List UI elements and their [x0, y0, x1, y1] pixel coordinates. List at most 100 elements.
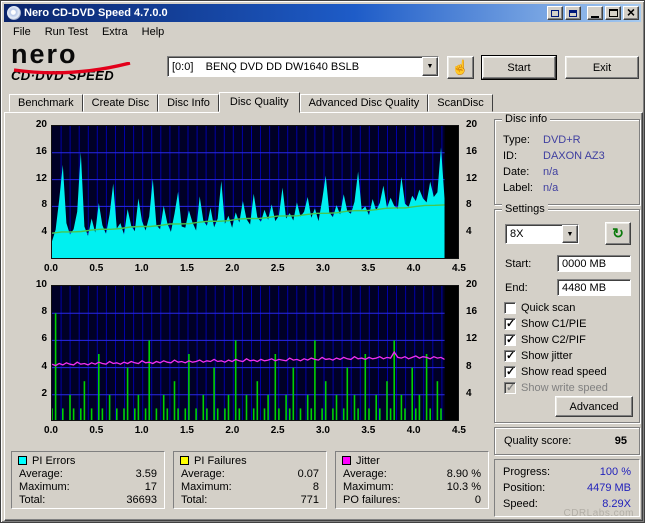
watermark: CDRLabs.com [563, 508, 634, 519]
stat-panel-title: Jitter [336, 452, 488, 468]
disc-info-row: ID: DAXON AZ3 [503, 148, 633, 164]
checkbox-label: Show C2/PIF [521, 334, 586, 346]
axis-tick-label: 4.0 [406, 263, 421, 274]
checkbox-box[interactable] [504, 349, 516, 362]
stat-label: Total: [181, 494, 208, 506]
stat-panel-title: PI Errors [12, 452, 164, 468]
axis-tick-label: 2.0 [225, 425, 240, 436]
nero-logo-swoosh-icon [13, 62, 131, 75]
checkbox-show-c2-pif[interactable]: Show C2/PIF [504, 332, 635, 348]
axis-tick-label: 1.5 [180, 425, 194, 436]
checkbox-show-c1-pie[interactable]: Show C1/PIE [504, 316, 635, 332]
refresh-button[interactable] [605, 222, 631, 245]
axis-tick-label: 1.5 [180, 263, 194, 274]
axis-tick-label: 16 [466, 306, 478, 318]
maximize-button[interactable] [605, 6, 621, 20]
menu-file[interactable]: File [6, 24, 38, 40]
quality-score-label: Quality score: [504, 435, 572, 447]
advanced-button[interactable]: Advanced [555, 396, 633, 417]
drive-select[interactable]: [0:0] BENQ DVD DD DW1640 BSLB [167, 56, 439, 77]
tab-disc-quality[interactable]: Disc Quality [218, 92, 300, 113]
stat-value: 0.07 [297, 468, 319, 480]
settings-title: Settings [502, 203, 548, 215]
checkbox-show-read-speed[interactable]: Show read speed [504, 364, 635, 380]
exit-button[interactable]: Exit [565, 56, 639, 79]
menu-run-test[interactable]: Run Test [38, 24, 95, 40]
disc-info-label: ID: [503, 150, 518, 162]
options-hand-button[interactable] [447, 56, 474, 79]
axis-tick-label: 20 [466, 279, 478, 290]
titlebar-extra-button-1[interactable] [547, 6, 563, 20]
menu-bar: File Run Test Extra Help [4, 22, 641, 41]
disc-info-label: Label: [503, 182, 533, 194]
disc-info-row: Date: n/a [503, 164, 633, 180]
axis-tick-label: 3.0 [316, 425, 330, 436]
titlebar-extra-button-2[interactable] [565, 6, 581, 20]
disc-info-rows: Type: DVD+R ID: DAXON AZ3 Date: n/a Label: n/a [503, 132, 633, 196]
axis-tick-label: 20 [466, 119, 478, 130]
checkbox-box[interactable] [504, 302, 516, 314]
close-button[interactable] [623, 6, 639, 20]
pi-failures-jitter-chart: 10 8 6 4 2 20 16 12 8 4 0.0 0.5 1.0 1.5 2.0 2.5 3.0 3.5 4.… [7, 279, 493, 437]
menu-extra[interactable]: Extra [95, 24, 135, 40]
start-position-input[interactable]: 0000 MB [557, 255, 631, 272]
stat-row: Total: 771 [174, 494, 326, 507]
stat-row: Maximum: 17 [12, 481, 164, 494]
axis-tick-label: 4.5 [452, 263, 466, 274]
disc-info-label: Date: [503, 166, 530, 178]
drive-select-value: [0:0] BENQ DVD DD DW1640 BSLB [172, 60, 360, 73]
checkbox-quick-scan[interactable]: Quick scan [504, 300, 635, 316]
chevron-down-icon[interactable] [562, 225, 578, 243]
checkbox-box[interactable] [504, 381, 516, 394]
stat-value: 17 [144, 481, 157, 493]
stat-row: Maximum: 10.3 % [336, 481, 488, 494]
tab-advanced-disc-quality[interactable]: Advanced Disc Quality [299, 94, 429, 112]
axis-tick-label: 8 [41, 199, 47, 211]
menu-help[interactable]: Help [135, 24, 172, 40]
axis-tick-label: 16 [35, 145, 47, 157]
checkbox-box[interactable] [504, 317, 516, 330]
stat-value: 8.90 % [446, 468, 481, 480]
nero-logo: nero CD·DVD SPEED [11, 41, 161, 83]
checkbox-show-jitter[interactable]: Show jitter [504, 348, 635, 364]
checkbox-show-write-speed[interactable]: Show write speed [504, 380, 635, 396]
axis-tick-label: 0.0 [44, 425, 58, 436]
tab-create-disc[interactable]: Create Disc [82, 94, 159, 112]
axis-tick-label: 4.5 [452, 425, 466, 436]
axis-tick-label: 0.0 [44, 263, 58, 274]
axis-tick-label: 2.5 [270, 425, 285, 436]
axis-tick-label: 3.0 [316, 263, 330, 274]
stat-label: Total: [19, 494, 46, 506]
minimize-button[interactable] [587, 6, 603, 20]
scan-speed-select[interactable]: 8X [505, 224, 579, 244]
checkbox-label: Show read speed [521, 366, 607, 378]
disc-info-value: DVD+R [543, 134, 581, 146]
tab-benchmark[interactable]: Benchmark [9, 94, 83, 112]
tab-disc-info[interactable]: Disc Info [158, 94, 219, 112]
end-position-input[interactable]: 4480 MB [557, 279, 631, 296]
window-roll-icon [551, 9, 559, 17]
stat-label: Maximum: [343, 481, 394, 493]
checkbox-box[interactable] [504, 365, 516, 378]
legend-swatch-pi-failures [180, 456, 189, 465]
disc-info-value: n/a [543, 182, 559, 194]
disc-info-row: Type: DVD+R [503, 132, 633, 148]
start-button[interactable]: Start [482, 56, 556, 79]
stat-row: Average: 8.90 % [336, 468, 488, 481]
disc-info-row: Label: n/a [503, 180, 633, 196]
legend-swatch-pi-errors [18, 456, 27, 465]
app-window: Nero CD-DVD Speed 4.7.0.0 File Run Test … [0, 0, 645, 523]
stat-label: Average: [19, 468, 63, 480]
stat-title-label: PI Failures [194, 454, 247, 467]
hand-icon [452, 59, 469, 76]
disc-info-title: Disc info [502, 113, 551, 125]
stat-value: 36693 [126, 494, 157, 506]
titlebar[interactable]: Nero CD-DVD Speed 4.7.0.0 [4, 4, 641, 22]
checkbox-label: Show write speed [521, 382, 608, 394]
axis-tick-label: 16 [466, 145, 478, 157]
checkbox-box[interactable] [504, 333, 516, 346]
stat-title-label: Jitter [356, 454, 380, 467]
chevron-down-icon[interactable] [422, 57, 438, 76]
stat-row: PO failures: 0 [336, 494, 488, 507]
tab-scandisc[interactable]: ScanDisc [428, 94, 493, 112]
